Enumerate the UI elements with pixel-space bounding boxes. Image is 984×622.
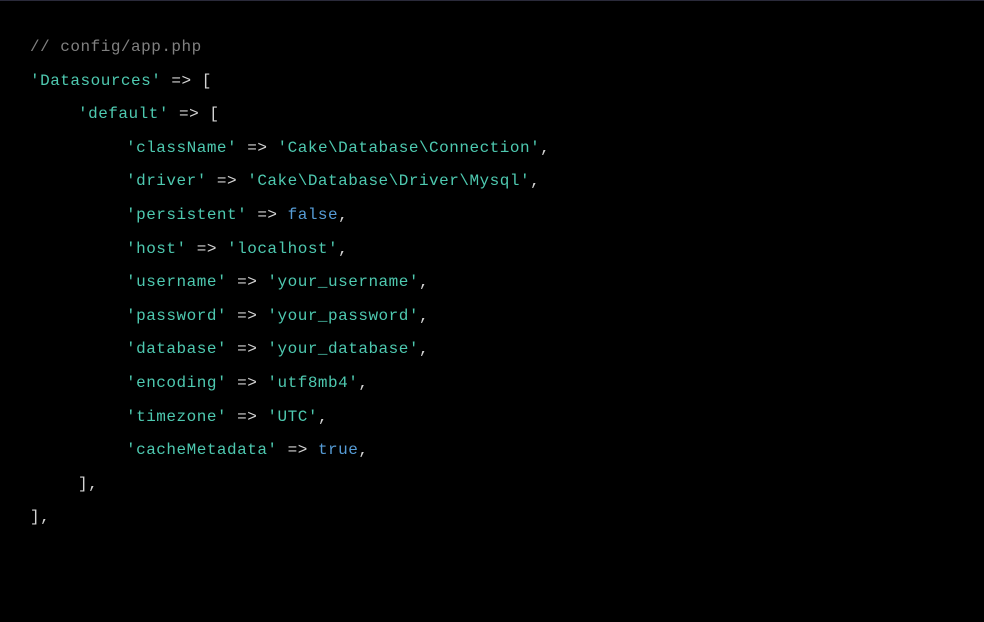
code-line-driver: 'driver' => 'Cake\Database\Driver\Mysql'…: [30, 165, 954, 199]
code-line-host: 'host' => 'localhost',: [30, 233, 954, 267]
code-line-database: 'database' => 'your_database',: [30, 333, 954, 367]
code-block: // config/app.php'Datasources' => ['defa…: [30, 31, 954, 535]
code-line-datasources: 'Datasources' => [: [30, 65, 954, 99]
code-line-comment: // config/app.php: [30, 31, 954, 65]
code-line-default: 'default' => [: [30, 98, 954, 132]
code-line-encoding: 'encoding' => 'utf8mb4',: [30, 367, 954, 401]
code-line-password: 'password' => 'your_password',: [30, 300, 954, 334]
code-line-classname: 'className' => 'Cake\Database\Connection…: [30, 132, 954, 166]
code-line-close-default: ],: [30, 468, 954, 502]
code-line-timezone: 'timezone' => 'UTC',: [30, 401, 954, 435]
code-line-cachemetadata: 'cacheMetadata' => true,: [30, 434, 954, 468]
code-line-close-datasources: ],: [30, 501, 954, 535]
code-line-persistent: 'persistent' => false,: [30, 199, 954, 233]
code-line-username: 'username' => 'your_username',: [30, 266, 954, 300]
